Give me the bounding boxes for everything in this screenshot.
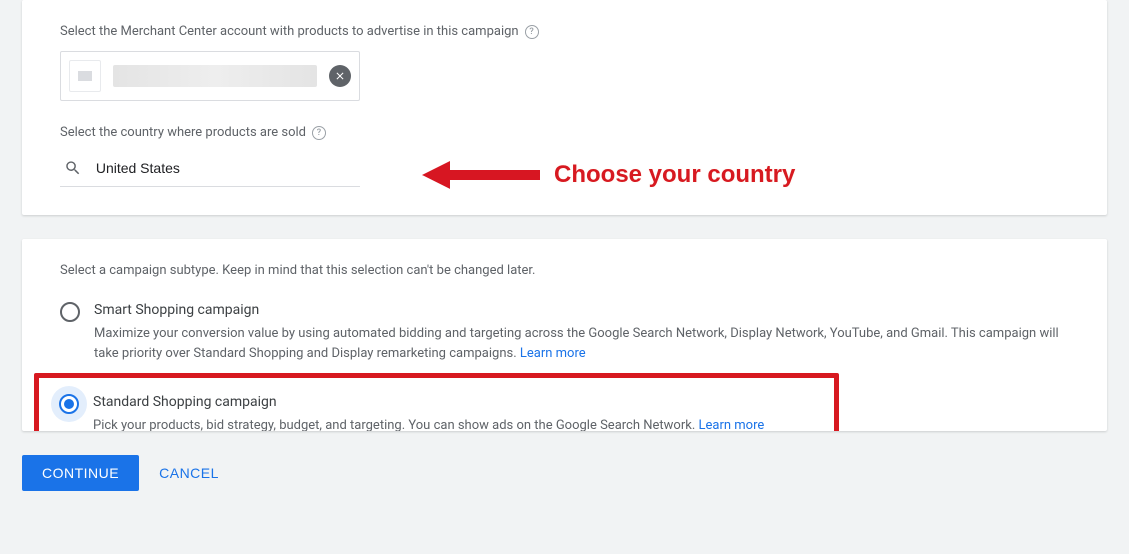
merchant-label-row: Select the Merchant Center account with … [60, 24, 1069, 39]
country-label: Select the country where products are so… [60, 125, 306, 140]
highlighted-option: Standard Shopping campaign Pick your pro… [34, 373, 839, 431]
clear-merchant-button[interactable] [329, 65, 351, 87]
option-standard-shopping[interactable]: Standard Shopping campaign Pick your pro… [59, 394, 814, 431]
option-desc: Maximize your conversion value by using … [94, 324, 1069, 363]
option-title: Standard Shopping campaign [93, 394, 764, 410]
merchant-name-placeholder [113, 65, 317, 87]
merchant-country-card: Select the Merchant Center account with … [22, 0, 1107, 215]
option-smart-shopping[interactable]: Smart Shopping campaign Maximize your co… [60, 296, 1069, 373]
continue-button[interactable]: CONTINUE [22, 455, 139, 491]
help-icon[interactable]: ? [525, 25, 539, 39]
merchant-label: Select the Merchant Center account with … [60, 24, 519, 39]
cancel-button[interactable]: CANCEL [159, 465, 219, 481]
merchant-thumb-icon [69, 60, 101, 92]
country-input[interactable] [96, 160, 356, 176]
learn-more-link[interactable]: Learn more [699, 418, 765, 431]
country-label-row: Select the country where products are so… [60, 125, 1069, 140]
campaign-subtype-card: Select a campaign subtype. Keep in mind … [22, 239, 1107, 431]
option-desc: Pick your products, bid strategy, budget… [93, 416, 764, 431]
radio-smart-shopping[interactable] [60, 302, 80, 322]
option-title: Smart Shopping campaign [94, 302, 1069, 318]
learn-more-link[interactable]: Learn more [520, 346, 586, 361]
merchant-selector[interactable] [60, 51, 360, 101]
close-icon [334, 70, 346, 82]
help-icon[interactable]: ? [312, 126, 326, 140]
radio-standard-shopping[interactable] [59, 394, 79, 414]
subtype-label: Select a campaign subtype. Keep in mind … [60, 263, 1069, 278]
footer-actions: CONTINUE CANCEL [22, 455, 1107, 491]
search-icon [64, 158, 82, 178]
country-input-wrap[interactable] [60, 152, 360, 187]
